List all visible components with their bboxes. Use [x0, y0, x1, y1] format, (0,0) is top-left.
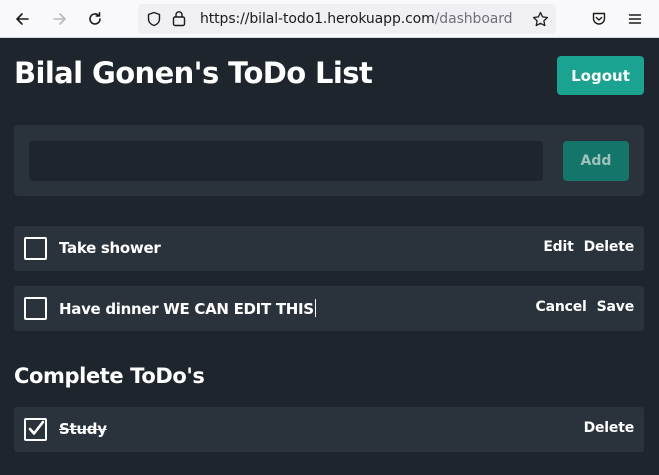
todo-checkbox-checked[interactable]	[24, 418, 47, 441]
todo-item-editing: Have dinner WE CAN EDIT THIS Cancel Save	[14, 286, 644, 331]
completed-todo-item: Study Delete	[14, 407, 644, 452]
todo-edit-field[interactable]: Have dinner WE CAN EDIT THIS	[59, 299, 316, 318]
bookmark-star-button[interactable]	[528, 0, 552, 38]
cancel-button[interactable]: Cancel	[536, 299, 587, 315]
reload-button[interactable]	[83, 0, 107, 38]
todo-actions: Edit Delete	[543, 239, 634, 255]
todo-edit-value: Have dinner WE CAN EDIT THIS	[59, 300, 314, 318]
complete-section-heading: Complete ToDo's	[14, 364, 205, 388]
shield-icon	[147, 11, 161, 27]
browser-toolbar: https://bilal-todo1.herokuapp.com/dashbo…	[0, 0, 659, 38]
url-text: https://bilal-todo1.herokuapp.com/dashbo…	[200, 11, 513, 27]
todo-checkbox[interactable]	[24, 297, 47, 320]
checkmark-icon	[28, 420, 45, 435]
new-todo-input[interactable]	[29, 141, 543, 181]
todo-text-completed: Study	[59, 420, 107, 438]
page-title: Bilal Gonen's ToDo List	[14, 56, 373, 90]
delete-button[interactable]: Delete	[584, 420, 635, 436]
todo-actions: Cancel Save	[536, 299, 635, 315]
pocket-icon	[592, 12, 606, 25]
url-main: https://bilal-todo1.herokuapp.com	[200, 11, 435, 27]
todo-checkbox[interactable]	[24, 237, 47, 260]
star-icon	[532, 11, 548, 26]
pocket-button[interactable]	[587, 0, 611, 38]
reload-icon	[89, 12, 101, 25]
url-path: /dashboard	[434, 11, 513, 27]
save-button[interactable]: Save	[597, 299, 635, 315]
lock-icon	[172, 11, 186, 27]
todo-app: Bilal Gonen's ToDo List Logout Add Take …	[0, 38, 659, 475]
todo-item: Take shower Edit Delete	[14, 226, 644, 271]
edit-button[interactable]: Edit	[543, 239, 573, 255]
forward-button[interactable]	[48, 0, 72, 38]
address-bar[interactable]: https://bilal-todo1.herokuapp.com/dashbo…	[138, 4, 556, 34]
hamburger-menu-icon	[628, 14, 642, 24]
add-button[interactable]: Add	[563, 141, 629, 181]
forward-arrow-icon	[53, 13, 66, 25]
logout-button[interactable]: Logout	[557, 56, 644, 95]
back-arrow-icon	[16, 13, 29, 25]
delete-button[interactable]: Delete	[584, 239, 635, 255]
menu-button[interactable]	[623, 0, 647, 38]
todo-actions: Delete	[584, 420, 635, 436]
todo-text: Take shower	[59, 239, 161, 257]
back-button[interactable]	[10, 0, 34, 38]
text-caret	[314, 299, 316, 317]
add-todo-panel: Add	[14, 125, 644, 196]
